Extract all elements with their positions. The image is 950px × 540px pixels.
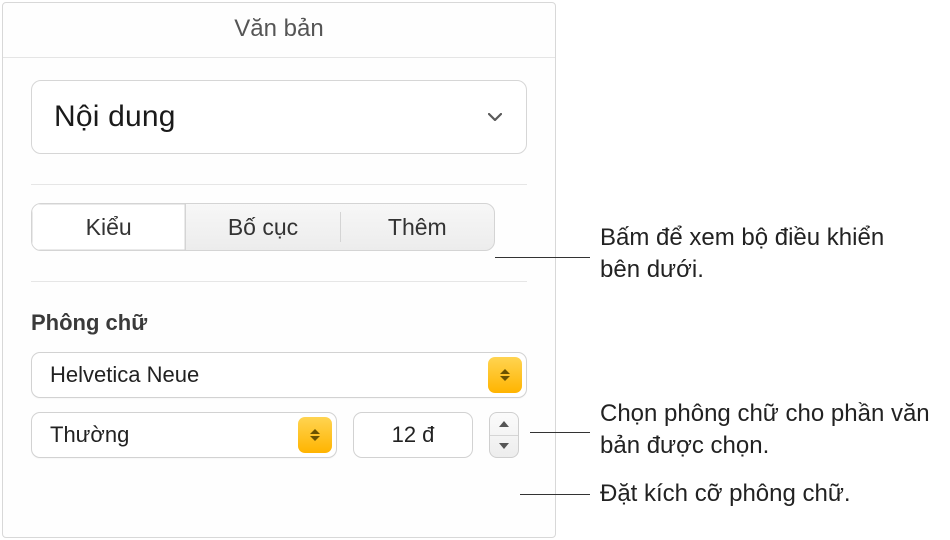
font-weight-value: Thường [50, 422, 129, 448]
popup-arrows-icon [488, 357, 522, 393]
font-row-2: Thường 12 đ [31, 412, 527, 458]
tabs-section: Kiểu Bố cục Thêm [3, 185, 555, 251]
tab-more[interactable]: Thêm [341, 204, 494, 250]
paragraph-style-section: Nội dung [3, 58, 555, 154]
tab-label: Thêm [388, 214, 447, 241]
font-section: Phông chữ Helvetica Neue Thường 12 đ [3, 282, 555, 458]
tab-style[interactable]: Kiểu [32, 204, 186, 250]
panel-title: Văn bản [3, 3, 555, 58]
font-size-field[interactable]: 12 đ [353, 412, 473, 458]
tab-label: Bố cục [228, 214, 298, 241]
font-size-stepper [489, 412, 519, 458]
font-family-popup[interactable]: Helvetica Neue [31, 352, 527, 398]
popup-arrows-icon [298, 417, 332, 453]
callout-font-size: Đặt kích cỡ phông chữ. [600, 478, 930, 510]
font-size-value: 12 đ [392, 422, 435, 448]
text-inspector-panel: Văn bản Nội dung Kiểu Bố cục Thêm Phông … [2, 2, 556, 538]
font-family-value: Helvetica Neue [50, 362, 199, 388]
paragraph-style-value: Nội dung [54, 100, 176, 134]
callout-font-family: Chọn phông chữ cho phần văn bản được chọ… [600, 398, 950, 463]
chevron-down-icon [486, 107, 504, 127]
callout-leader [530, 432, 590, 433]
callout-tabs: Bấm để xem bộ điều khiển bên dưới. [600, 222, 920, 287]
segmented-control: Kiểu Bố cục Thêm [31, 203, 495, 251]
callout-leader [520, 494, 590, 495]
tab-label: Kiểu [86, 214, 132, 241]
font-heading: Phông chữ [31, 310, 527, 336]
paragraph-style-popup[interactable]: Nội dung [31, 80, 527, 154]
callout-leader [495, 257, 590, 258]
font-weight-popup[interactable]: Thường [31, 412, 337, 458]
tab-layout[interactable]: Bố cục [186, 204, 339, 250]
stepper-up-button[interactable] [490, 413, 518, 435]
stepper-down-button[interactable] [490, 435, 518, 458]
